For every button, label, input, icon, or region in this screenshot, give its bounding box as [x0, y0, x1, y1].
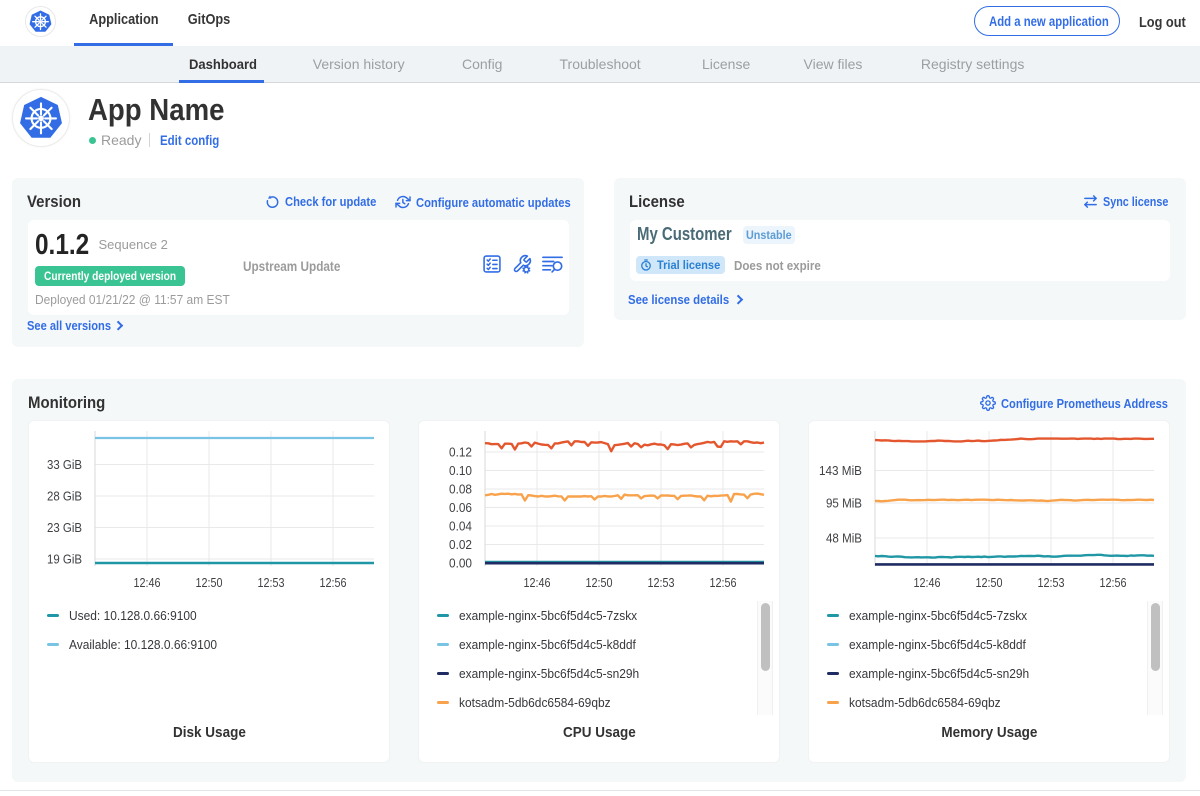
svg-text:12:46: 12:46 [134, 575, 161, 590]
svg-text:48 MiB: 48 MiB [826, 531, 862, 546]
svg-text:0.02: 0.02 [449, 537, 472, 552]
svg-text:12:56: 12:56 [710, 575, 737, 590]
svg-text:12:46: 12:46 [524, 575, 551, 590]
svg-text:0.04: 0.04 [449, 519, 472, 534]
svg-text:12:53: 12:53 [1038, 575, 1065, 590]
svg-text:33 GiB: 33 GiB [47, 457, 82, 472]
svg-text:12:50: 12:50 [586, 575, 613, 590]
svg-text:0.12: 0.12 [449, 445, 472, 460]
svg-text:23 GiB: 23 GiB [47, 520, 82, 535]
svg-text:0.08: 0.08 [449, 482, 472, 497]
svg-text:0.00: 0.00 [449, 556, 472, 571]
svg-text:12:56: 12:56 [1100, 575, 1127, 590]
svg-text:12:46: 12:46 [914, 575, 941, 590]
svg-text:19 GiB: 19 GiB [47, 552, 82, 567]
svg-text:12:50: 12:50 [196, 575, 223, 590]
svg-text:12:53: 12:53 [258, 575, 285, 590]
svg-text:0.06: 0.06 [449, 500, 472, 515]
svg-text:12:53: 12:53 [648, 575, 675, 590]
svg-text:95 MiB: 95 MiB [826, 496, 862, 511]
svg-text:143 MiB: 143 MiB [819, 463, 862, 478]
svg-text:0.10: 0.10 [449, 463, 472, 478]
svg-text:12:50: 12:50 [976, 575, 1003, 590]
svg-text:12:56: 12:56 [320, 575, 347, 590]
svg-text:28 GiB: 28 GiB [47, 489, 82, 504]
